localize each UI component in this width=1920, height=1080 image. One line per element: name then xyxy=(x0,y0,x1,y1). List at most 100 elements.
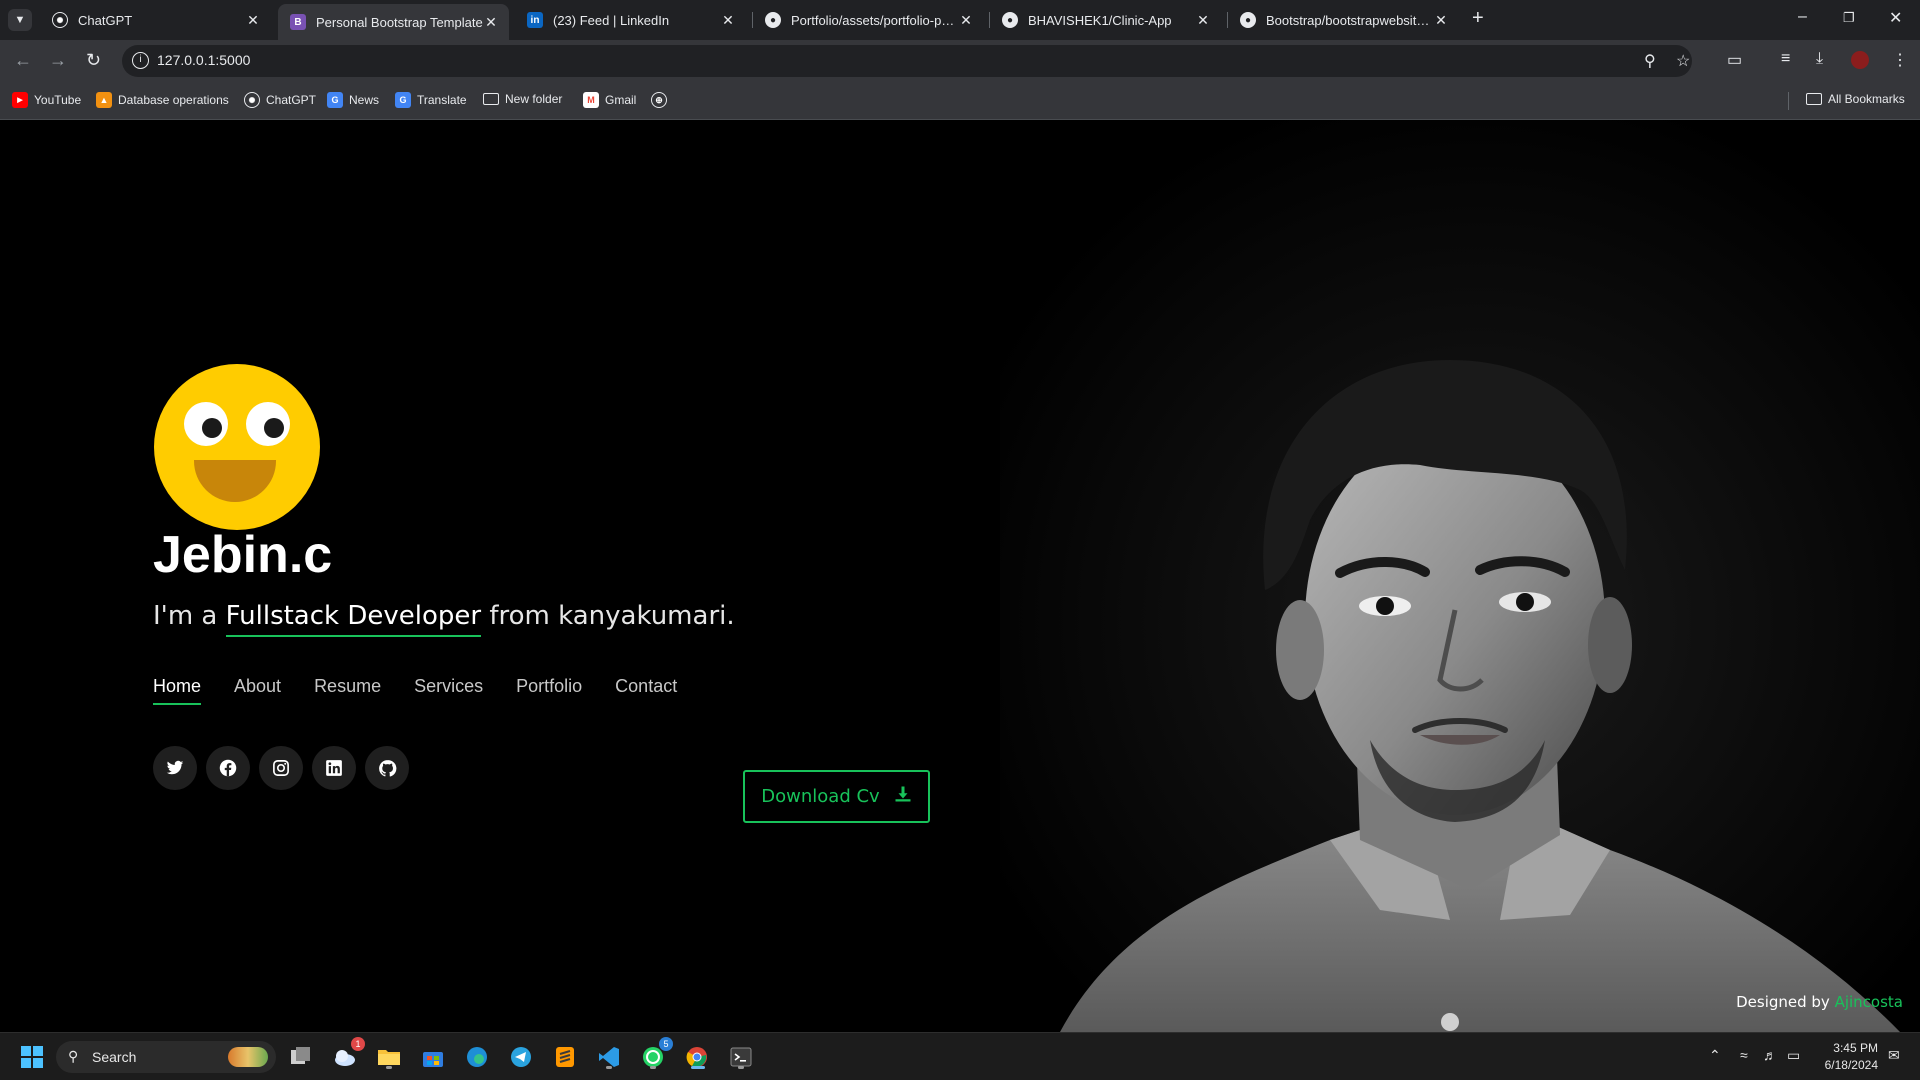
volume-icon[interactable]: ♬ xyxy=(1763,1047,1777,1063)
main-nav: Home About Resume Services Portfolio Con… xyxy=(153,676,677,705)
reload-icon[interactable]: ↻ xyxy=(86,50,101,71)
taskbar-search-label: Search xyxy=(92,1049,137,1065)
notification-icon[interactable]: ✉ xyxy=(1888,1047,1900,1064)
youtube-icon: ▶ xyxy=(12,92,28,108)
bookmark-chatgpt[interactable]: ✺ ChatGPT xyxy=(244,92,316,108)
terminal-icon[interactable] xyxy=(727,1043,755,1071)
running-indicator xyxy=(650,1066,656,1069)
chevron-up-icon[interactable]: ⌃ xyxy=(1709,1047,1721,1064)
forward-arrow-icon[interactable]: → xyxy=(49,50,67,71)
database-icon: ▲ xyxy=(96,92,112,108)
social-links xyxy=(153,746,409,790)
credit-link[interactable]: Ajincosta xyxy=(1835,993,1903,1011)
github-icon[interactable] xyxy=(365,746,409,790)
facebook-icon[interactable] xyxy=(206,746,250,790)
windows-start-icon[interactable] xyxy=(18,1043,46,1071)
bookmark-star-icon[interactable]: ☆ xyxy=(1676,51,1690,71)
close-tab-icon[interactable]: ✕ xyxy=(245,12,261,29)
edge-icon[interactable] xyxy=(463,1043,491,1071)
telegram-icon[interactable] xyxy=(507,1043,535,1071)
search-icon: ⚲ xyxy=(68,1048,79,1064)
vscode-icon[interactable] xyxy=(595,1043,623,1071)
instagram-icon[interactable] xyxy=(259,746,303,790)
tab-personal-bootstrap-template[interactable]: B Personal Bootstrap Template ✕ xyxy=(278,4,509,40)
taskbar-search[interactable]: ⚲ Search xyxy=(56,1041,276,1073)
nav-services[interactable]: Services xyxy=(414,676,483,705)
extensions-icon[interactable]: ▭ xyxy=(1727,50,1742,70)
bookmark-label: ChatGPT xyxy=(266,93,317,107)
close-window-icon[interactable]: ✕ xyxy=(1889,8,1902,28)
media-control-icon[interactable]: ≡ xyxy=(1781,50,1790,68)
gmail-icon: M xyxy=(583,92,599,108)
chrome-icon[interactable] xyxy=(683,1043,711,1071)
tab-title: Bootstrap/bootstrapwebsite1.ht xyxy=(1266,12,1433,28)
bookmark-news[interactable]: G News xyxy=(327,92,379,108)
bookmark-new-folder[interactable]: New folder xyxy=(483,92,562,106)
running-indicator xyxy=(738,1066,744,1069)
tab-github-portfolio[interactable]: ● Portfolio/assets/portfolio-proje ✕ xyxy=(753,4,984,36)
close-tab-icon[interactable]: ✕ xyxy=(720,12,736,29)
bookmark-database-operations[interactable]: ▲ Database operations xyxy=(96,92,229,108)
restore-icon[interactable]: ❐ xyxy=(1843,10,1855,26)
sublime-text-icon[interactable] xyxy=(551,1043,579,1071)
chatgpt-icon: ✺ xyxy=(52,12,68,28)
windows-taskbar: ⚲ Search 1 5 ⌃ ≈ ♬ ▭ 3:45 PM 6/18/2024 ✉ xyxy=(0,1032,1920,1080)
hero-name: Jebin.c xyxy=(153,526,333,584)
tab-chatgpt[interactable]: ✺ ChatGPT ✕ xyxy=(40,4,271,36)
all-bookmarks-label: All Bookmarks xyxy=(1828,92,1905,106)
weather-badge: 1 xyxy=(351,1037,365,1051)
translate-icon: G xyxy=(395,92,411,108)
close-tab-icon[interactable]: ✕ xyxy=(483,14,499,31)
folder-icon xyxy=(483,93,499,105)
back-arrow-icon[interactable]: ← xyxy=(14,50,32,71)
nav-home[interactable]: Home xyxy=(153,676,202,705)
avatar-eye-left xyxy=(184,402,228,446)
close-tab-icon[interactable]: ✕ xyxy=(1195,12,1211,29)
file-explorer-icon[interactable] xyxy=(375,1043,403,1071)
profile-avatar[interactable] xyxy=(1851,51,1869,69)
bookmark-translate[interactable]: G Translate xyxy=(395,92,467,108)
screen: ▼ ✺ ChatGPT ✕ B Personal Bootstrap Templ… xyxy=(0,0,1920,1080)
bookmark-label: Translate xyxy=(417,93,467,107)
minimize-icon[interactable]: – xyxy=(1798,8,1807,26)
tagline-prefix: I'm a xyxy=(153,601,226,631)
all-bookmarks[interactable]: All Bookmarks xyxy=(1806,92,1905,106)
microsoft-store-icon[interactable] xyxy=(419,1043,447,1071)
nav-contact[interactable]: Contact xyxy=(615,676,677,705)
bootstrap-icon: B xyxy=(290,14,306,30)
tab-github-bootstrap[interactable]: ● Bootstrap/bootstrapwebsite1.ht ✕ xyxy=(1228,4,1459,36)
bookmark-youtube[interactable]: ▶ YouTube xyxy=(12,92,81,108)
whatsapp-icon[interactable]: 5 xyxy=(639,1037,673,1071)
bookmark-globe[interactable]: ⊕ xyxy=(651,92,673,108)
site-info-icon[interactable]: i xyxy=(132,52,149,69)
tab-title: Personal Bootstrap Template xyxy=(316,14,483,30)
close-tab-icon[interactable]: ✕ xyxy=(958,12,974,29)
tab-search-button[interactable]: ▼ xyxy=(8,9,32,31)
system-clock[interactable]: 3:45 PM 6/18/2024 xyxy=(1812,1040,1878,1074)
bookmarks-separator xyxy=(1788,92,1789,110)
nav-about[interactable]: About xyxy=(234,676,281,705)
download-icon[interactable]: ⤓ xyxy=(1816,50,1823,68)
tab-github-clinic-app[interactable]: ● BHAVISHEK1/Clinic-App ✕ xyxy=(990,4,1221,36)
close-tab-icon[interactable]: ✕ xyxy=(1433,12,1449,29)
download-cv-button[interactable]: Download Cv xyxy=(743,770,930,823)
tab-linkedin[interactable]: in (23) Feed | LinkedIn ✕ xyxy=(515,4,746,36)
nav-resume[interactable]: Resume xyxy=(314,676,381,705)
battery-icon[interactable]: ▭ xyxy=(1787,1047,1800,1064)
bookmark-gmail[interactable]: M Gmail xyxy=(583,92,636,108)
new-tab-button[interactable]: + xyxy=(1472,7,1484,30)
url-text[interactable]: 127.0.0.1:5000 xyxy=(157,52,250,68)
bookmark-label: YouTube xyxy=(34,93,82,107)
weather-widget-icon[interactable]: 1 xyxy=(331,1037,365,1071)
wifi-icon[interactable]: ≈ xyxy=(1740,1047,1748,1063)
nav-portfolio[interactable]: Portfolio xyxy=(516,676,582,705)
address-bar[interactable]: i 127.0.0.1:5000 ⚲ ☆ xyxy=(122,45,1692,77)
twitter-icon[interactable] xyxy=(153,746,197,790)
linkedin-icon[interactable] xyxy=(312,746,356,790)
browser-tab-strip: ▼ ✺ ChatGPT ✕ B Personal Bootstrap Templ… xyxy=(0,0,1920,40)
more-menu-icon[interactable]: ⋮ xyxy=(1892,50,1908,70)
active-indicator xyxy=(691,1066,705,1069)
github-icon: ● xyxy=(765,12,781,28)
zoom-icon[interactable]: ⚲ xyxy=(1644,51,1656,71)
task-view-icon[interactable] xyxy=(287,1043,315,1071)
